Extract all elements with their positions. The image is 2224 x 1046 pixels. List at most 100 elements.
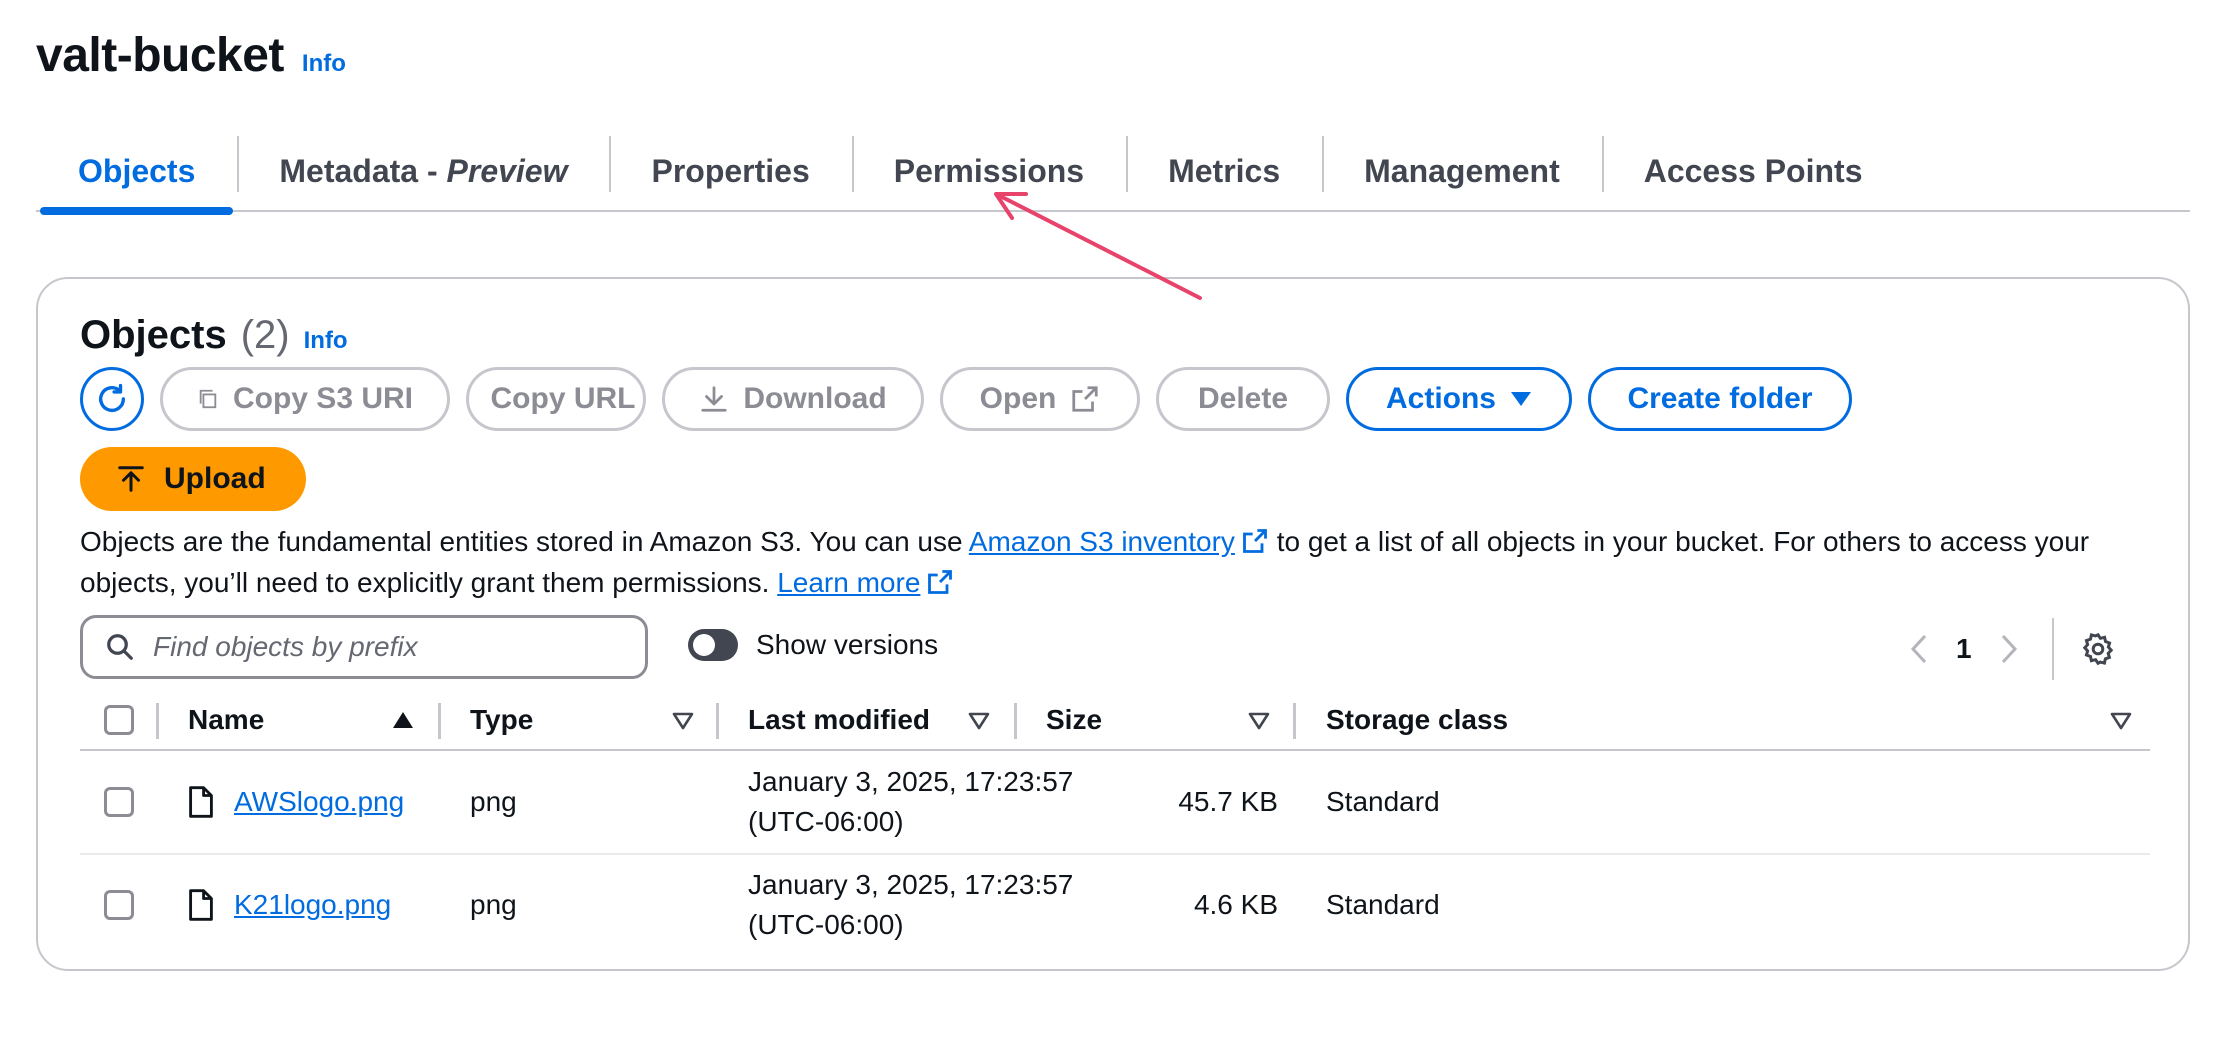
actions-label: Actions <box>1385 382 1496 415</box>
bucket-tabs: Objects Metadata - Preview Properties Pe… <box>36 131 2190 215</box>
sort-icon[interactable] <box>2110 712 2132 730</box>
search-input[interactable] <box>153 631 613 663</box>
column-header-type[interactable]: Type <box>470 691 533 749</box>
objects-count: (2) <box>240 313 290 357</box>
download-button[interactable]: Download <box>662 367 924 431</box>
external-link-icon <box>928 570 953 594</box>
copy-url-button[interactable]: Copy URL <box>466 367 646 431</box>
caret-down-icon <box>1511 392 1531 406</box>
sort-icon[interactable] <box>672 712 694 730</box>
upload-icon <box>118 466 144 492</box>
column-separator <box>1014 703 1017 739</box>
tab-metadata[interactable]: Metadata - Preview <box>237 131 609 211</box>
storage-class-cell: Standard <box>1326 889 1440 920</box>
chevron-right-icon[interactable] <box>1998 633 2020 665</box>
refresh-button[interactable] <box>80 367 144 431</box>
s3-inventory-link[interactable]: Amazon S3 inventory <box>969 526 1269 557</box>
object-link[interactable]: K21logo.png <box>234 889 391 921</box>
column-header-last-modified[interactable]: Last modified <box>748 691 930 749</box>
external-link-icon <box>1243 529 1267 553</box>
sort-icon[interactable] <box>1248 712 1270 730</box>
objects-info-link[interactable]: Info <box>304 327 348 355</box>
object-link[interactable]: AWSlogo.png <box>234 786 404 818</box>
row-select <box>104 855 134 955</box>
select-all-checkbox[interactable] <box>104 705 134 735</box>
sort-icon[interactable] <box>968 712 990 730</box>
name-cell: K21logo.png <box>188 855 391 955</box>
open-button[interactable]: Open <box>940 367 1140 431</box>
storage-class-cell: Standard <box>1326 786 1440 817</box>
bucket-title: valt-bucket <box>36 29 284 82</box>
chevron-left-icon[interactable] <box>1908 633 1930 665</box>
open-label: Open <box>979 382 1057 415</box>
upload-button[interactable]: Upload <box>80 447 306 511</box>
table-row: K21logo.png png January 3, 2025, 17:23:5… <box>80 853 2150 955</box>
download-label: Download <box>743 382 887 415</box>
create-folder-button[interactable]: Create folder <box>1588 367 1852 431</box>
learn-more-link-label: Learn more <box>777 567 921 598</box>
column-separator <box>438 703 441 739</box>
column-header-size[interactable]: Size <box>1046 691 1102 749</box>
external-link-icon <box>1072 386 1098 412</box>
name-cell: AWSlogo.png <box>188 751 404 853</box>
last-modified-cell: January 3, 2025, 17:23:57 (UTC-06:00) <box>748 751 1073 853</box>
delete-button[interactable]: Delete <box>1156 367 1330 431</box>
objects-table: Name Type Last modified Size Storage cla… <box>80 691 2150 955</box>
file-icon <box>189 889 213 921</box>
objects-panel: Objects (2) Info Copy S3 URI Copy URL Do… <box>36 277 2190 971</box>
last-modified-date: January 3, 2025, 17:23:57 <box>748 766 1074 797</box>
table-row: AWSlogo.png png January 3, 2025, 17:23:5… <box>80 751 2150 853</box>
copy-s3-uri-label: Copy S3 URI <box>232 382 413 415</box>
pagination-divider <box>2051 618 2054 680</box>
refresh-icon <box>98 383 126 412</box>
learn-more-link[interactable]: Learn more <box>777 567 954 598</box>
objects-toolbar: Copy S3 URI Copy URL Download Open Delet… <box>80 367 1852 431</box>
show-versions-label: Show versions <box>756 629 939 660</box>
size-cell: 4.6 KB <box>1193 889 1278 920</box>
row-checkbox[interactable] <box>104 787 134 817</box>
s3-inventory-link-label: Amazon S3 inventory <box>968 526 1235 557</box>
download-icon <box>701 386 727 412</box>
column-header-name[interactable]: Name <box>188 691 264 749</box>
column-separator <box>156 703 159 739</box>
objects-description: Objects are the fundamental entities sto… <box>80 521 2160 603</box>
column-separator <box>716 703 719 739</box>
column-header-storage-class[interactable]: Storage class <box>1326 691 1508 749</box>
tab-metadata-label: Metadata - <box>279 152 438 189</box>
header-select-all <box>104 691 134 749</box>
tab-objects[interactable]: Objects <box>36 131 237 215</box>
tab-properties[interactable]: Properties <box>609 131 851 211</box>
gear-icon[interactable] <box>2080 631 2116 667</box>
copy-s3-uri-button[interactable]: Copy S3 URI <box>160 367 450 431</box>
description-text-1: Objects are the fundamental entities sto… <box>80 526 969 557</box>
object-search <box>80 615 648 679</box>
bucket-info-link[interactable]: Info <box>302 50 346 78</box>
show-versions-toggle[interactable] <box>688 629 738 661</box>
search-icon <box>107 634 133 660</box>
type-cell: png <box>470 889 517 920</box>
delete-label: Delete <box>1197 382 1289 415</box>
tab-management[interactable]: Management <box>1322 131 1602 211</box>
tab-metadata-preview: Preview <box>446 152 568 189</box>
tab-metrics[interactable]: Metrics <box>1126 131 1322 211</box>
copy-icon <box>199 389 217 409</box>
actions-dropdown-button[interactable]: Actions <box>1346 367 1572 431</box>
show-versions-control: Show versions <box>688 629 938 661</box>
last-modified-tz: (UTC-06:00) <box>748 806 904 837</box>
last-modified-cell: January 3, 2025, 17:23:57 (UTC-06:00) <box>748 855 1073 955</box>
table-header: Name Type Last modified Size Storage cla… <box>80 691 2150 751</box>
pagination: 1 <box>1908 618 2116 680</box>
tab-permissions[interactable]: Permissions <box>851 131 1126 211</box>
last-modified-date: January 3, 2025, 17:23:57 <box>748 869 1074 900</box>
type-cell: png <box>470 786 517 817</box>
bucket-header: valt-bucket Info <box>36 28 346 83</box>
column-separator <box>1293 703 1296 739</box>
row-checkbox[interactable] <box>104 890 134 920</box>
tab-access-points[interactable]: Access Points <box>1601 131 1905 211</box>
file-icon <box>189 786 213 818</box>
current-page[interactable]: 1 <box>1956 633 1972 665</box>
size-cell: 45.7 KB <box>1178 786 1278 817</box>
create-folder-label: Create folder <box>1627 382 1813 415</box>
sort-ascending-icon[interactable] <box>392 711 414 729</box>
last-modified-tz: (UTC-06:00) <box>748 909 904 940</box>
